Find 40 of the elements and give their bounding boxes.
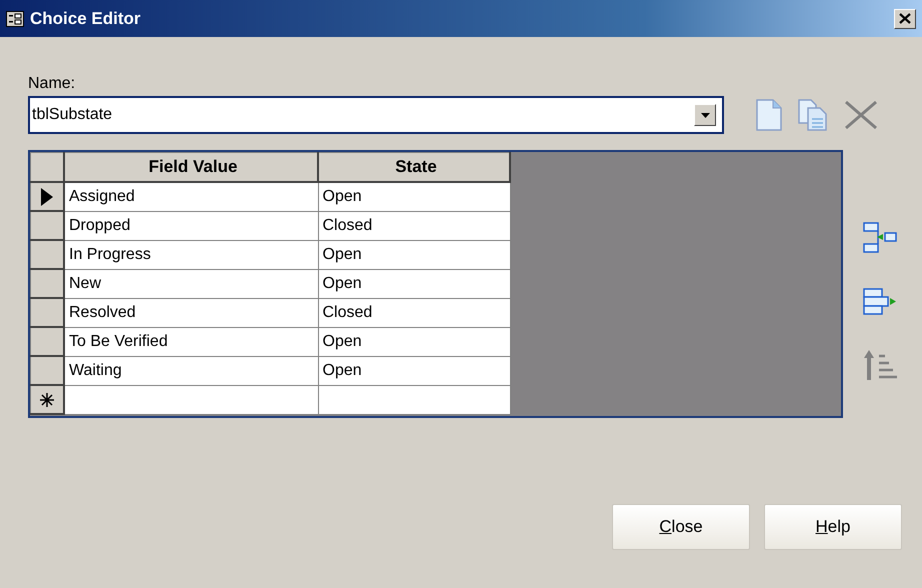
row-selector[interactable] (30, 356, 64, 385)
row-selector[interactable] (30, 385, 64, 414)
table-cell: To Be Verified (64, 327, 318, 356)
current-row-icon (41, 188, 53, 206)
column-header[interactable]: Field Value (64, 152, 318, 182)
table-cell: Open (318, 182, 510, 211)
dropdown-button[interactable] (694, 104, 716, 126)
delete-icon[interactable] (844, 100, 878, 130)
insert-item-icon[interactable] (863, 222, 897, 254)
dialog-button[interactable]: Close (612, 504, 750, 550)
sort-ascending-icon[interactable] (863, 350, 897, 380)
table-cell: Open (318, 269, 510, 298)
close-button[interactable] (894, 8, 916, 28)
name-label: Name: (28, 75, 76, 93)
new-record-icon (39, 392, 55, 408)
close-icon (899, 13, 911, 24)
row-selector[interactable] (30, 240, 64, 269)
row-selector[interactable] (30, 182, 64, 211)
table-cell: Open (318, 327, 510, 356)
caret-icon (700, 112, 710, 118)
table-cell: Closed (318, 298, 510, 327)
form-icon (6, 10, 24, 26)
table-cell: Waiting (64, 356, 318, 385)
name-combobox[interactable]: tblSubstate (28, 96, 724, 134)
table-cell: Dropped (64, 211, 318, 240)
table-cell: Closed (318, 211, 510, 240)
row-selector[interactable] (30, 269, 64, 298)
append-item-icon[interactable] (863, 288, 897, 316)
row-selector[interactable] (30, 211, 64, 240)
row-selector[interactable] (30, 298, 64, 327)
table-cell: New (64, 269, 318, 298)
column-header[interactable]: State (318, 152, 510, 182)
table-cell: In Progress (64, 240, 318, 269)
table-cell: Assigned (64, 182, 318, 211)
dialog-button[interactable]: Help (764, 504, 902, 550)
table-cell: Open (318, 356, 510, 385)
table-cell: Resolved (64, 298, 318, 327)
table-cell: Open (318, 240, 510, 269)
window-title: Choice Editor (30, 8, 141, 28)
row-selector[interactable] (30, 327, 64, 356)
